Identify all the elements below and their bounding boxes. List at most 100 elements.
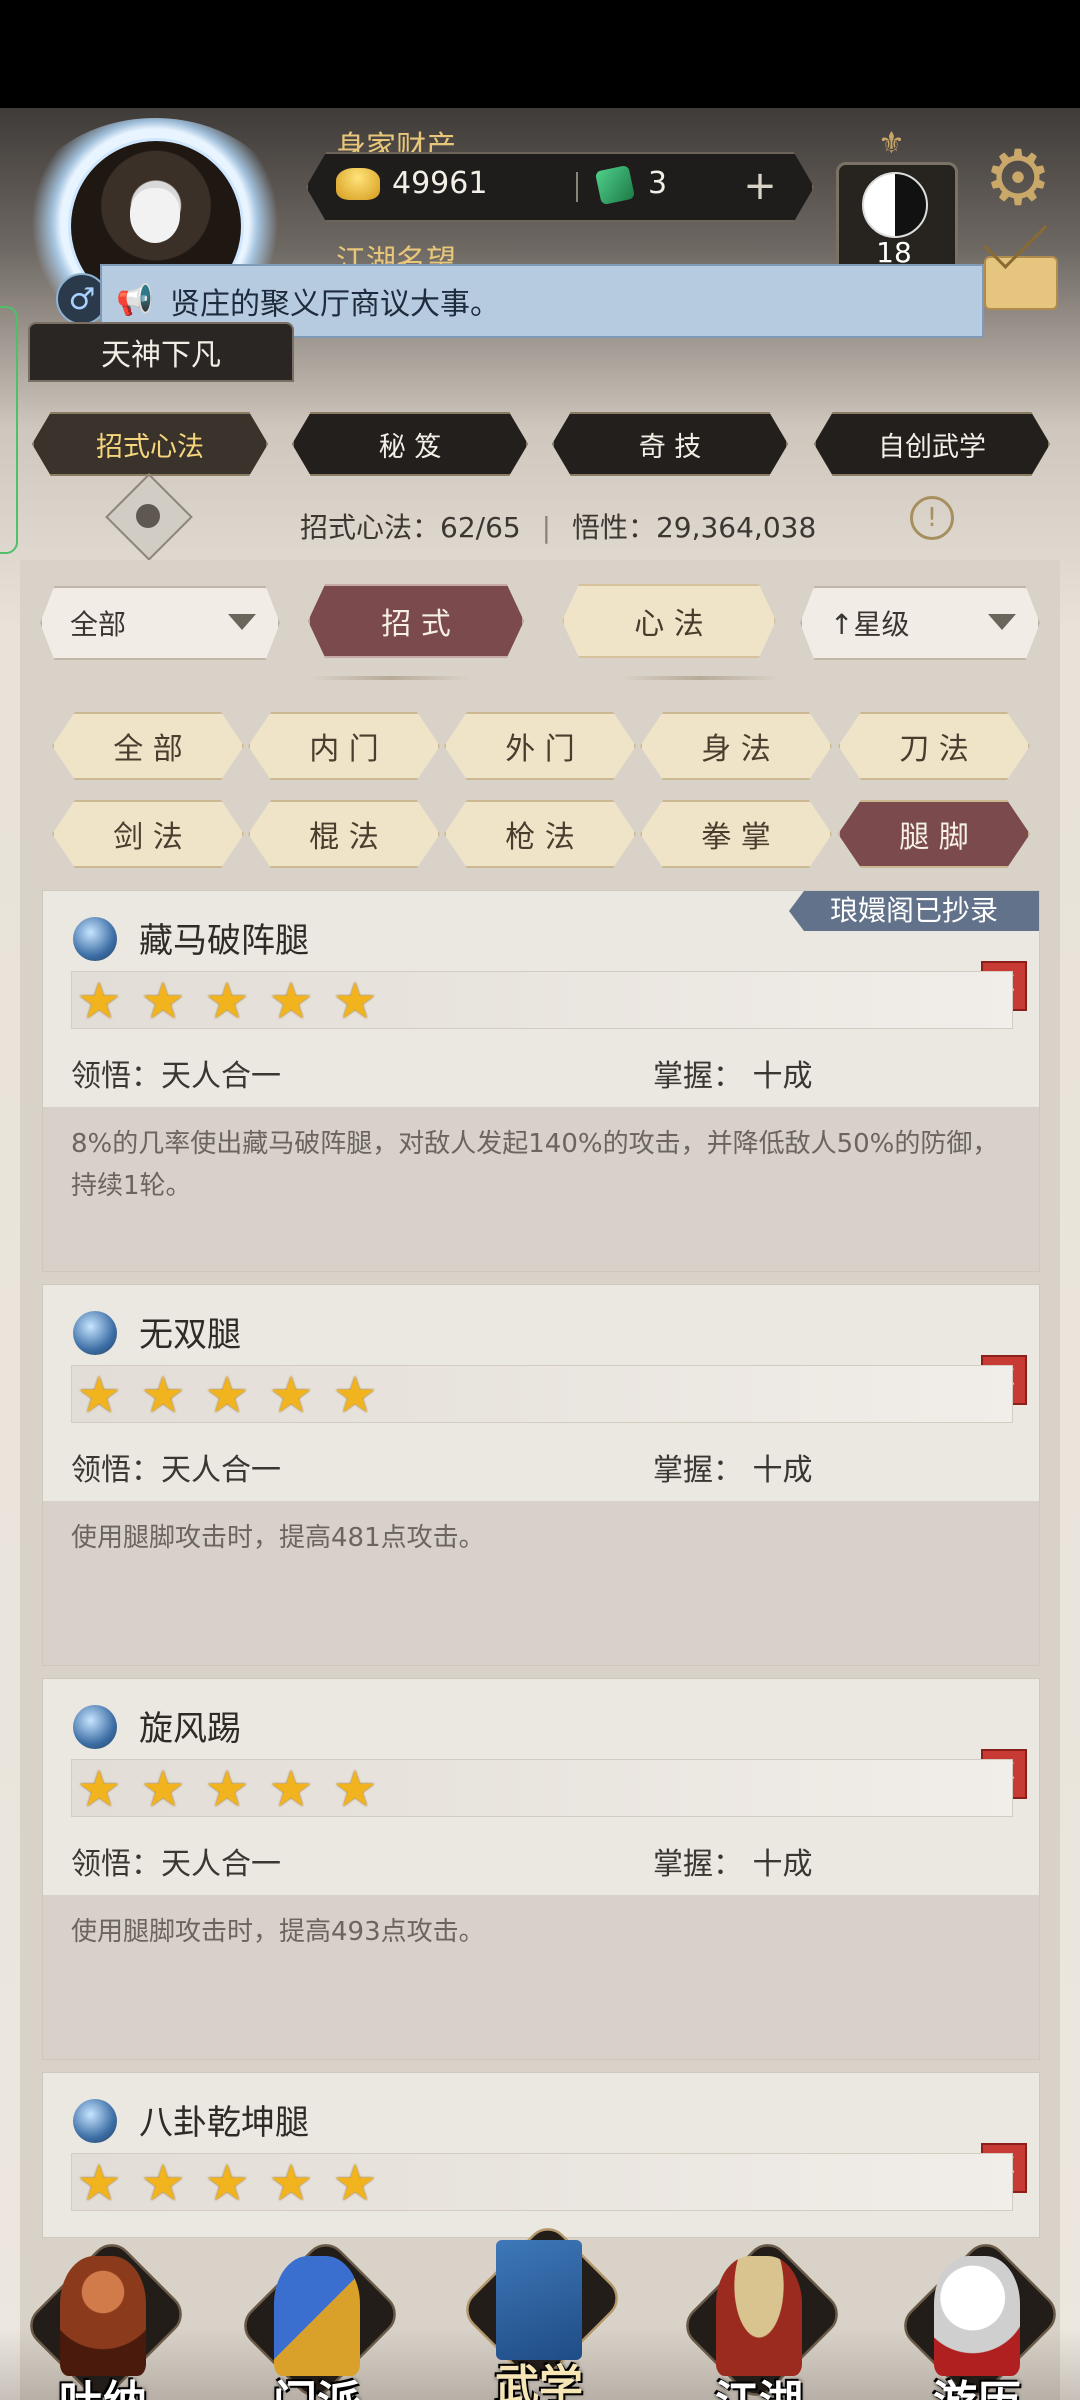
chip-movement[interactable]: 身 法 [640, 712, 832, 780]
chevron-down-icon [988, 614, 1016, 630]
flags-icon [274, 2256, 360, 2376]
skill-card[interactable]: 旋风踢 忘 ★ ★ ★ ★ ★ 领悟：天人合一 掌握： 十成 使用腿脚攻击时，提… [42, 1678, 1040, 2060]
skill-orb-icon [73, 1705, 117, 1749]
nav-label: 武学 [495, 2361, 583, 2400]
star-icon: ★ [332, 2154, 378, 2212]
sort-dropdown-value: ↑星级 [830, 608, 910, 641]
category-secret-manual[interactable]: 秘 笈 [292, 412, 528, 476]
skill-name: 无双腿 [139, 1315, 241, 1355]
nav-sect[interactable]: 门派 [235, 2226, 405, 2400]
star-icon: ★ [332, 1760, 378, 1818]
nav-label: 游历 [902, 2366, 1052, 2400]
skill-description: 使用腿脚攻击时，提高493点攻击。 [71, 1917, 485, 1947]
comprehension-text: 领悟：天人合一 [71, 1453, 281, 1488]
skill-description: 8%的几率使出藏马破阵腿，对敌人发起140%的攻击，并降低敌人50%的防御，持续… [71, 1129, 999, 1201]
chip-spear[interactable]: 枪 法 [444, 800, 636, 868]
star-icon: ★ [140, 2154, 186, 2212]
star-icon: ★ [332, 972, 378, 1030]
chip-outer-school[interactable]: 外 门 [444, 712, 636, 780]
star-icon: ★ [268, 1366, 314, 1424]
info-icon[interactable]: ! [910, 496, 954, 540]
nav-label: 江湖 [684, 2366, 834, 2400]
star-icon: ★ [76, 2154, 122, 2212]
manual-book-icon [496, 2240, 582, 2360]
horse-icon [934, 2256, 1020, 2376]
star-icon: ★ [268, 1760, 314, 1818]
skill-description: 使用腿脚攻击时，提高481点攻击。 [71, 1523, 485, 1553]
star-icon: ★ [204, 972, 250, 1030]
nav-jianghu[interactable]: 江湖 [677, 2226, 847, 2400]
straw-hat-icon [716, 2256, 802, 2376]
skill-card[interactable]: 无双腿 忘 ★ ★ ★ ★ ★ 领悟：天人合一 掌握： 十成 使用腿脚攻击时，提… [42, 1284, 1040, 1666]
app-screen: ♂ 身家财产 49961 3 + 江湖名望 ⚜ 18 ⚙ 📢 贤庄的聚义厅商议大… [0, 108, 1080, 2400]
mastery-text: 掌握： 十成 [653, 1059, 813, 1094]
copied-badge: 琅嬛阁已抄录 [789, 891, 1039, 931]
eye-pupil [136, 504, 160, 528]
star-icon: ★ [76, 1760, 122, 1818]
nav-label: 门派 [242, 2366, 392, 2400]
gold-value: 49961 [392, 166, 488, 201]
comprehension-text: 领悟：天人合一 [71, 1059, 281, 1094]
gear-icon[interactable]: ⚙ [978, 138, 1058, 218]
horn-icon: 📢 [116, 283, 154, 318]
skill-card[interactable]: 藏马破阵腿 琅嬛阁已抄录 忘 ★ ★ ★ ★ ★ 领悟：天人合一 掌握： 十成 … [42, 890, 1040, 1272]
moves-count: 招式心法：62/65 [300, 511, 521, 544]
mask-decoration [130, 188, 180, 243]
chip-legs[interactable]: 腿 脚 [838, 800, 1030, 868]
chip-sword[interactable]: 剑 法 [52, 800, 244, 868]
nav-martial-arts[interactable]: 武学 [457, 2210, 627, 2400]
star-icon: ★ [76, 972, 122, 1030]
chevron-down-icon [228, 614, 256, 630]
scope-dropdown-value: 全部 [70, 608, 127, 641]
skill-orb-icon [73, 2099, 117, 2143]
chip-staff[interactable]: 棍 法 [248, 800, 440, 868]
star-icon: ★ [332, 1366, 378, 1424]
add-currency-button[interactable]: + [740, 166, 780, 206]
notice-text: 贤庄的聚义厅商议大事。 [170, 287, 500, 322]
nav-breathing[interactable]: 吐纳 [21, 2226, 191, 2400]
taiji-icon [862, 172, 928, 238]
chip-all[interactable]: 全 部 [52, 712, 244, 780]
tab-inner-arts[interactable]: 心 法 [562, 584, 776, 658]
mastery-text: 掌握： 十成 [653, 1453, 813, 1488]
mail-icon[interactable] [984, 256, 1058, 310]
mastery-text: 掌握： 十成 [653, 1847, 813, 1882]
stats-line: 招式心法：62/65 | 悟性：29,364,038 [300, 511, 817, 544]
chip-fist[interactable]: 拳 掌 [640, 800, 832, 868]
star-icon: ★ [140, 972, 186, 1030]
ornament-divider [620, 676, 780, 680]
star-icon: ★ [140, 1760, 186, 1818]
star-icon: ★ [76, 1366, 122, 1424]
star-icon: ★ [204, 2154, 250, 2212]
jade-value: 3 [648, 166, 668, 201]
chip-blade[interactable]: 刀 法 [838, 712, 1030, 780]
gold-ingot-icon [336, 168, 380, 200]
jade-icon [594, 164, 636, 206]
nav-travel[interactable]: 游历 [895, 2226, 1065, 2400]
skill-name: 旋风踢 [139, 1709, 241, 1749]
fleur-icon: ⚜ [878, 126, 905, 161]
category-special-skill[interactable]: 奇 技 [552, 412, 788, 476]
star-icon: ★ [204, 1366, 250, 1424]
category-moves-inner[interactable]: 招式心法 [32, 412, 268, 476]
comprehension-text: 领悟：天人合一 [71, 1847, 281, 1882]
skill-orb-icon [73, 1311, 117, 1355]
ornament-divider [310, 676, 470, 680]
chip-inner-school[interactable]: 内 门 [248, 712, 440, 780]
sort-dropdown[interactable]: ↑星级 [800, 586, 1040, 660]
player-title: 天神下凡 [28, 322, 294, 382]
insight-value: 悟性：29,364,038 [571, 511, 817, 544]
tab-moves[interactable]: 招 式 [308, 584, 524, 658]
star-icon: ★ [268, 972, 314, 1030]
side-handle[interactable] [0, 306, 18, 554]
star-icon: ★ [204, 1760, 250, 1818]
star-icon: ★ [268, 2154, 314, 2212]
nav-label: 吐纳 [28, 2366, 178, 2400]
resource-divider [576, 172, 578, 202]
skill-name: 藏马破阵腿 [139, 921, 309, 961]
star-icon: ★ [140, 1366, 186, 1424]
monk-icon [60, 2256, 146, 2376]
category-custom-martial[interactable]: 自创武学 [814, 412, 1050, 476]
scope-dropdown[interactable]: 全部 [40, 586, 280, 660]
skill-orb-icon [73, 917, 117, 961]
